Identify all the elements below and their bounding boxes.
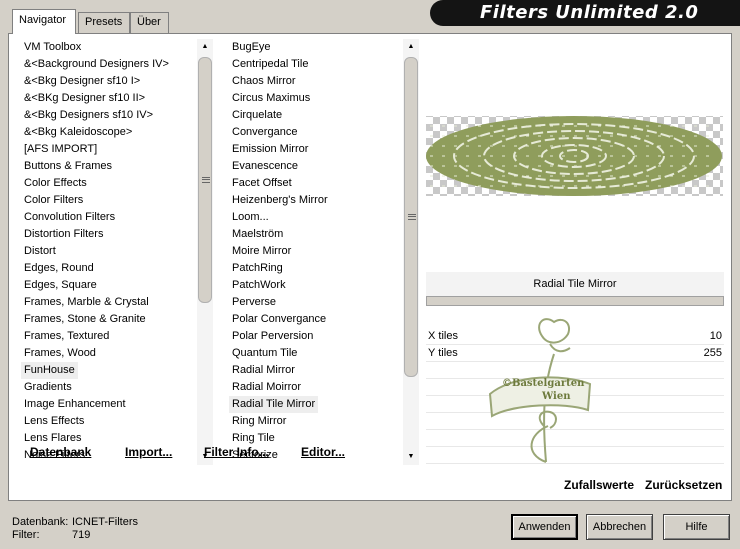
param-label: Y tiles: [428, 347, 458, 359]
status-filter-label: Filter:: [12, 529, 40, 541]
list-item[interactable]: Frames, Marble & Crystal: [21, 294, 152, 311]
random-values-button[interactable]: Zufallswerte: [564, 478, 634, 492]
random-values-label: Zufallswerte: [564, 478, 635, 492]
editor-label: Editor...: [301, 445, 346, 459]
list-item[interactable]: Circus Maximus: [229, 90, 313, 107]
status-database: Datenbank: ICNET-Filters: [12, 516, 138, 528]
preview-image: [426, 40, 723, 270]
tab-about[interactable]: Über: [130, 12, 169, 33]
list-item[interactable]: Lens Effects: [21, 413, 87, 430]
param-value[interactable]: 255: [704, 345, 722, 362]
scroll-up-icon[interactable]: ▲: [403, 39, 419, 55]
list-item[interactable]: Maelström: [229, 226, 286, 243]
list-item[interactable]: Image Enhancement: [21, 396, 129, 413]
list-item[interactable]: Frames, Stone & Granite: [21, 311, 149, 328]
scroll-thumb[interactable]: [404, 57, 418, 377]
reset-button[interactable]: Zurücksetzen: [645, 478, 722, 492]
status-database-label: Datenbank:: [12, 516, 69, 528]
app-title: Filters Unlimited 2.0: [480, 2, 699, 23]
list-item[interactable]: BugEye: [229, 39, 274, 56]
list-item[interactable]: Cirquelate: [229, 107, 285, 124]
filter-progress-bar: [426, 296, 724, 306]
import-button[interactable]: Import...: [125, 445, 172, 459]
list-item[interactable]: Convergance: [229, 124, 300, 141]
list-item[interactable]: Frames, Wood: [21, 345, 99, 362]
filter-name-label: Radial Tile Mirror: [426, 272, 724, 296]
scroll-thumb[interactable]: [198, 57, 212, 303]
list-item[interactable]: Evanescence: [229, 158, 301, 175]
list-item[interactable]: Centripedal Tile: [229, 56, 311, 73]
list-item[interactable]: VM Toolbox: [21, 39, 84, 56]
list-item[interactable]: Color Filters: [21, 192, 86, 209]
list-item[interactable]: Convolution Filters: [21, 209, 118, 226]
list-item[interactable]: &<Bkg Designers sf10 IV>: [21, 107, 156, 124]
help-button[interactable]: Hilfe: [663, 514, 730, 540]
watermark-text-line2: Wien: [541, 391, 571, 402]
status-filter: Filter: 719: [12, 529, 90, 541]
list-item[interactable]: Loom...: [229, 209, 272, 226]
filter-info-label: Filter Info...: [204, 445, 269, 459]
param-label: X tiles: [428, 330, 458, 342]
list-item[interactable]: Ring Mirror: [229, 413, 289, 430]
tab-presets[interactable]: Presets: [78, 12, 130, 33]
database-label: Datenbank: [30, 445, 92, 459]
list-item[interactable]: Moire Mirror: [229, 243, 294, 260]
radial-tile-ellipse: [426, 116, 722, 196]
watermark-logo: ©Bastelgarten Wien: [488, 318, 592, 463]
database-button[interactable]: Datenbank: [30, 445, 91, 459]
scroll-up-icon[interactable]: ▲: [197, 39, 213, 55]
filter-scrollbar[interactable]: ▲ ▼: [403, 39, 419, 465]
list-item[interactable]: &<Bkg Designer sf10 I>: [21, 73, 143, 90]
scroll-down-icon[interactable]: ▼: [403, 449, 419, 465]
list-item[interactable]: Polar Convergance: [229, 311, 329, 328]
reset-label: Zurücksetzen: [645, 478, 723, 492]
category-list[interactable]: VM Toolbox &<Background Designers IV> &<Bk…: [21, 39, 197, 465]
cancel-button[interactable]: Abbrechen: [586, 514, 653, 540]
tab-navigator[interactable]: Navigator: [12, 9, 76, 34]
list-item[interactable]: PatchRing: [229, 260, 286, 277]
list-item[interactable]: Color Effects: [21, 175, 90, 192]
list-item[interactable]: Radial Mirror: [229, 362, 298, 379]
apply-button[interactable]: Anwenden: [511, 514, 578, 540]
list-item[interactable]: Radial Moirror: [229, 379, 304, 396]
category-scrollbar[interactable]: ▲ ▼: [197, 39, 213, 465]
list-item[interactable]: Gradients: [21, 379, 75, 396]
apply-label: Anwenden: [518, 521, 571, 533]
list-item[interactable]: Facet Offset: [229, 175, 295, 192]
list-item[interactable]: Frames, Textured: [21, 328, 112, 345]
import-label: Import...: [125, 445, 173, 459]
editor-button[interactable]: Editor...: [301, 445, 345, 459]
list-item[interactable]: &<BKg Designer sf10 II>: [21, 90, 148, 107]
list-item[interactable]: Distort: [21, 243, 59, 260]
watermark-text-line1: ©Bastelgarten: [502, 378, 585, 389]
list-item[interactable]: [AFS IMPORT]: [21, 141, 100, 158]
list-item[interactable]: &<Background Designers IV>: [21, 56, 172, 73]
list-item[interactable]: Emission Mirror: [229, 141, 311, 158]
help-label: Hilfe: [685, 521, 708, 533]
tab-label: Navigator: [19, 14, 67, 26]
list-item[interactable]: Buttons & Frames: [21, 158, 115, 175]
list-item[interactable]: Distortion Filters: [21, 226, 106, 243]
tab-label: Über: [137, 16, 161, 28]
list-item[interactable]: &<Bkg Kaleidoscope>: [21, 124, 135, 141]
list-item[interactable]: Quantum Tile: [229, 345, 300, 362]
list-item[interactable]: PatchWork: [229, 277, 289, 294]
list-item[interactable]: Edges, Square: [21, 277, 100, 294]
filter-list[interactable]: BugEye Centripedal Tile Chaos Mirror Circus…: [229, 39, 403, 465]
list-item[interactable]: Radial Tile Mirror: [229, 396, 319, 413]
preview-svg: [426, 116, 723, 196]
list-item[interactable]: Edges, Round: [21, 260, 97, 277]
list-item[interactable]: FunHouse: [21, 362, 78, 379]
list-item[interactable]: Polar Perversion: [229, 328, 316, 345]
status-filter-value: 719: [72, 529, 91, 541]
list-item[interactable]: Perverse: [229, 294, 279, 311]
param-value[interactable]: 10: [710, 328, 722, 345]
tab-label: Presets: [85, 16, 123, 28]
status-database-value: ICNET-Filters: [72, 516, 138, 528]
filter-info-button[interactable]: Filter Info...: [204, 445, 269, 459]
list-item[interactable]: Heizenberg's Mirror: [229, 192, 331, 209]
list-item[interactable]: Chaos Mirror: [229, 73, 299, 90]
cancel-label: Abbrechen: [592, 521, 647, 533]
